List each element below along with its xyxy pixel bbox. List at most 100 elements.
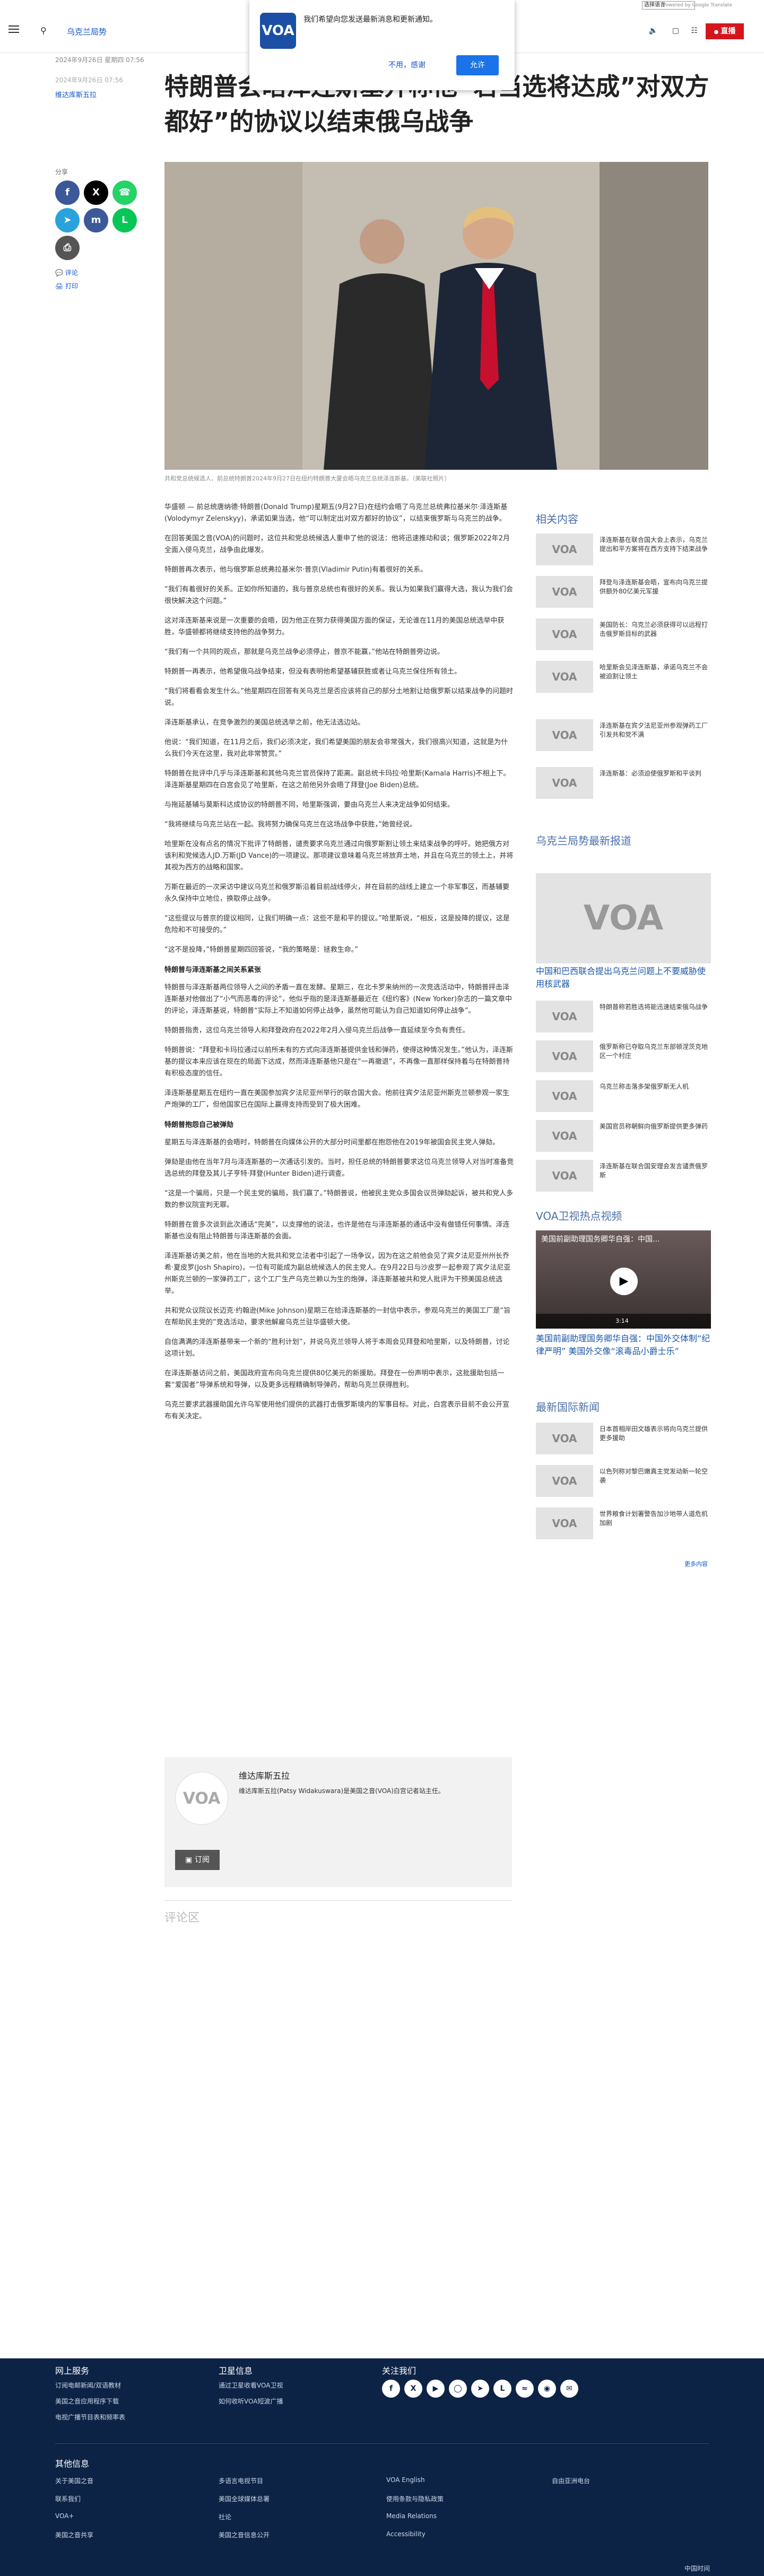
play-icon[interactable]: ▶ [610, 1268, 638, 1295]
paragraph: 他说：“我们知道，在11月之后，我们必须决定，我们希望美国的朋友会非常强大，我们… [164, 738, 508, 758]
print-link[interactable]: 🖨 打印 [55, 281, 78, 290]
latest-item[interactable]: VOA 特朗普称若胜选将能迅速结束俄乌战争 [536, 1001, 711, 1032]
allow-button[interactable]: 允许 [456, 55, 499, 75]
footer-link[interactable]: 使用条款与隐私政策 [386, 2494, 444, 2503]
footer-link[interactable]: 社论 [219, 2512, 231, 2521]
footer-link[interactable]: VOA+ [55, 2512, 74, 2520]
paragraph: “我们将看看会发生什么。”他星期四在回答有关乌克兰是否应该将自己的部分土地割让给… [164, 687, 513, 707]
voa-thumb-icon: VOA [536, 1423, 593, 1454]
footer-link[interactable]: Accessibility [386, 2530, 426, 2538]
latest-main-thumb[interactable]: VOA [536, 873, 711, 963]
subscribe-button[interactable]: ▣ 订阅 [175, 1850, 220, 1870]
copy-link-icon[interactable]: ⎙ [55, 236, 80, 260]
footer-link[interactable]: 通过卫星收看VOA卫视 [219, 2381, 283, 2390]
facebook-icon[interactable]: f [382, 2380, 400, 2398]
rss-icon[interactable]: ≈ [516, 2380, 534, 2398]
whatsapp-icon[interactable]: ☎ [112, 180, 137, 205]
footer-link[interactable]: 美国全球媒体总署 [219, 2494, 270, 2503]
menu-icon[interactable] [8, 25, 19, 33]
audio-icon[interactable]: 🔈 [649, 27, 658, 35]
section-link[interactable]: 乌克兰局势 [67, 26, 107, 37]
facebook-icon[interactable]: f [55, 180, 80, 205]
telegram-icon[interactable]: ➤ [55, 208, 80, 232]
footer-link[interactable]: 美国之音应用程序下载 [55, 2397, 119, 2406]
author-name[interactable]: 维达库斯五拉 [239, 1769, 290, 1781]
more-link[interactable]: 更多内容 [684, 1560, 708, 1568]
footer-link[interactable]: 电视广播节目表和频率表 [55, 2413, 125, 2422]
latest-item-text: 特朗普称若胜选将能迅速结束俄乌战争 [600, 1003, 708, 1011]
comment-link[interactable]: 💬 评论 [55, 268, 78, 277]
footer-link[interactable]: 美国之音共享 [55, 2530, 93, 2539]
x-icon[interactable]: X [404, 2380, 422, 2398]
author-bio: 维达库斯五拉(Patsy Widakuswara)是美国之音(VOA)白宫记者站… [239, 1787, 445, 1795]
calendar-icon[interactable]: ☷ [691, 27, 698, 35]
youtube-icon[interactable]: ▶ [427, 2380, 445, 2398]
paragraph: 华盛顿 — 前总统唐纳德·特朗普(Donald Trump)星期五(9月27日)… [164, 503, 508, 523]
intl-item[interactable]: VOA 以色列称对黎巴嫩真主党发动新一轮空袭 [536, 1465, 711, 1497]
footer-link[interactable]: 如何收听VOA短波广播 [219, 2397, 283, 2406]
paragraph: 特朗普再次表示，他与俄罗斯总统弗拉基米尔·普京(Vladimir Putin)有… [164, 566, 428, 574]
article-date: 2024年9月26日 星期四 07:56 [55, 56, 144, 64]
footer-link[interactable]: 多语言电视节目 [219, 2476, 263, 2485]
intl-item[interactable]: VOA 日本首相岸田文雄表示将向乌克兰提供更多援助 [536, 1423, 711, 1454]
search-icon[interactable]: ⚲ [40, 25, 47, 36]
related-item[interactable]: VOA 泽连斯基在联合国大会上表示，乌克兰提出和平方案将在西方支持下结束战争 [536, 533, 711, 565]
paragraph: 特朗普说：“拜登和卡玛拉通过以前所未有的方式向泽连斯基提供金钱和弹药，使得这种情… [164, 1046, 513, 1078]
footer-link[interactable]: Media Relations [386, 2512, 437, 2520]
footer-link[interactable]: 联系我们 [55, 2494, 81, 2503]
latest-item[interactable]: VOA 美国官员称朝鲜向俄罗斯提供更多弹药 [536, 1120, 711, 1152]
live-label: 直播 [720, 27, 736, 36]
instagram-icon[interactable]: ◯ [449, 2380, 467, 2398]
podcast-icon[interactable]: ◉ [538, 2380, 556, 2398]
latest-main-link[interactable]: 中国和巴西联合提出乌克兰问题上不要威胁使用核武器 [536, 965, 711, 990]
footer-link[interactable]: VOA English [386, 2476, 425, 2484]
comment-label: 评论 [65, 269, 78, 277]
related-item[interactable]: VOA 美国防长：乌克兰必须获得可以远程打击俄罗斯目标的武器 [536, 618, 711, 650]
video-icon[interactable]: ▢ [672, 27, 679, 35]
video-caption-link[interactable]: 美国前副助理国务卿华自强：中国外交体制“纪律严明” 美国外交像“滚毒品小爵士乐” [536, 1332, 711, 1358]
paragraph: “这不是投降，”特朗普星期四回答说，“我的策略是：拯救生命。” [164, 946, 358, 954]
messenger-icon[interactable]: m [84, 208, 108, 232]
latest-item[interactable]: VOA 泽连斯基在联合国安理会发言谴责俄罗斯 [536, 1160, 711, 1192]
byline[interactable]: 维达库斯五拉 [55, 89, 97, 99]
footer-link[interactable]: 订阅电邮新闻/双语教材 [55, 2381, 121, 2390]
footer-satellite-title: 卫星信息 [219, 2366, 253, 2376]
latest-item[interactable]: VOA 乌克兰称击落多架俄罗斯无人机 [536, 1080, 711, 1112]
video-controls[interactable]: 3:14 [536, 1314, 711, 1329]
paragraph: 在泽连斯基访问之前，美国政府宣布向乌克兰提供80亿美元的新援助。拜登在一份声明中… [164, 1369, 505, 1389]
email-icon[interactable]: ✉ [560, 2380, 578, 2398]
site-footer: 网上服务 订阅电邮新闻/双语教材 美国之音应用程序下载 电视广播节目表和频率表 … [0, 2358, 764, 2576]
line-icon[interactable]: L [493, 2380, 511, 2398]
article-updated-date: 2024年9月26日 07:56 [55, 76, 123, 84]
video-player[interactable]: 美国前副助理国务卿华自强：中国... ▶ 3:14 [536, 1230, 711, 1329]
intl-item-text: 世界粮食计划署警告加沙地带人道危机加剧 [600, 1510, 708, 1527]
footer-divider [55, 2443, 709, 2444]
related-item[interactable]: VOA 拜登与泽连斯基会晤，宣布向乌克兰提供额外80亿美元军援 [536, 576, 711, 608]
x-icon[interactable]: X [84, 180, 108, 205]
related-item[interactable]: VOA 泽连斯基在宾夕法尼亚州参观弹药工厂引发共和党不满 [536, 719, 711, 751]
related-item[interactable]: VOA 哈里斯会见泽连斯基，承诺乌克兰不会被迫割让领土 [536, 661, 711, 693]
footer-link[interactable]: 美国之音信息公开 [219, 2530, 270, 2539]
related-item-text: 泽连斯基在联合国大会上表示，乌克兰提出和平方案将在西方支持下结束战争 [600, 536, 708, 553]
line-icon[interactable]: L [112, 208, 137, 232]
paragraph: 万斯在最近的一次采访中建议乌克兰和俄罗斯沿着目前战线停火，并在目前的战线上建立一… [164, 883, 510, 903]
share-label: 分享 [55, 168, 68, 176]
intl-item-text: 日本首相岸田文雄表示将向乌克兰提供更多援助 [600, 1425, 708, 1442]
footer-link[interactable]: 自由亚洲电台 [552, 2476, 590, 2485]
voa-thumb-icon: VOA [536, 767, 593, 799]
voa-thumb-icon: VOA [536, 1120, 593, 1152]
decline-button[interactable]: 不用，感谢 [388, 59, 426, 70]
image-caption: 共和党总统候选人、前总统特朗普2024年9月27日在纽约特朗普大厦会晤乌克兰总统… [164, 475, 450, 482]
latest-item[interactable]: VOA 俄罗斯称已夺取乌克兰东部顿涅茨克地区一个村庄 [536, 1040, 711, 1072]
telegram-icon[interactable]: ➤ [471, 2380, 489, 2398]
paragraph: 特朗普一再表示，他希望俄乌战争结束，但没有表明他希望基辅获胜或者让乌克兰保住所有… [164, 668, 462, 676]
paragraph: “这些提议与普京的提议相同，让我们明确一点：这些不是和平的提议。”哈里斯说，“相… [164, 915, 510, 934]
article-body: 华盛顿 — 前总统唐纳德·特朗普(Donald Trump)星期五(9月27日)… [164, 502, 515, 1431]
related-item-text: 拜登与泽连斯基会晤，宣布向乌克兰提供额外80亿美元军援 [600, 579, 708, 595]
intl-item[interactable]: VOA 世界粮食计划署警告加沙地带人道危机加剧 [536, 1507, 711, 1539]
footer-link[interactable]: 关于美国之音 [55, 2476, 93, 2485]
related-item[interactable]: VOA 泽连斯基：必须迫使俄罗斯和平谈判 [536, 767, 711, 799]
subheading: 特朗普抱怨自己被弹劾 [164, 1121, 234, 1129]
live-button[interactable]: ● 直播 [706, 23, 744, 39]
related-item-text: 哈里斯会见泽连斯基，承诺乌克兰不会被迫割让领土 [600, 664, 708, 680]
